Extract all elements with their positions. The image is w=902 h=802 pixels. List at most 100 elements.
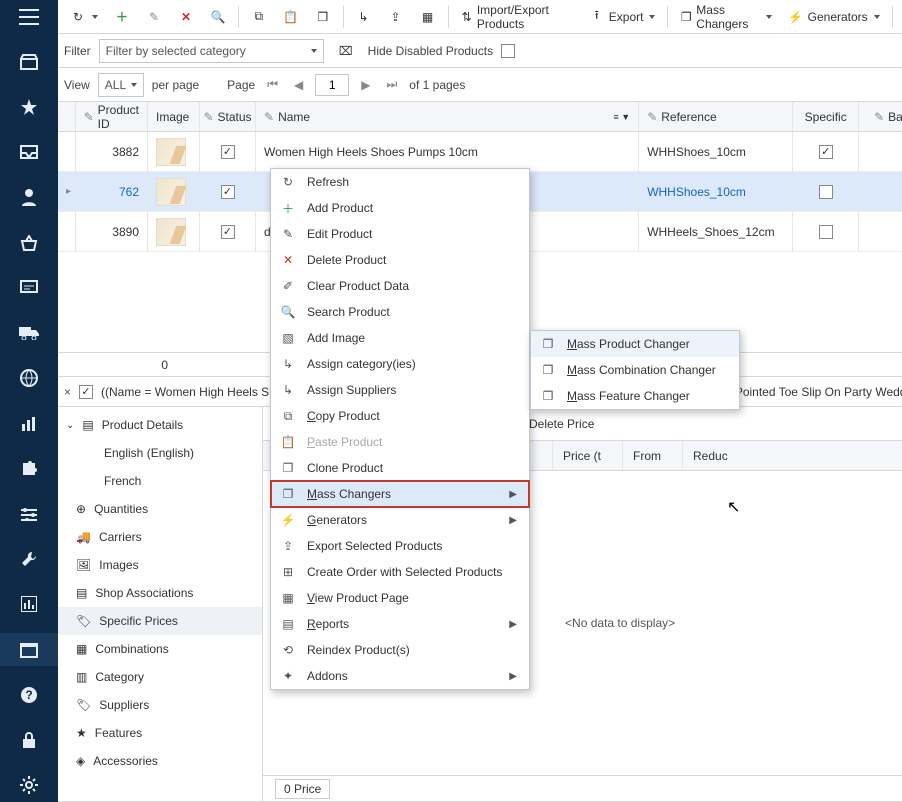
- ctx-assign-suppliers[interactable]: ↳Assign Suppliers: [271, 377, 529, 403]
- close-filter-button[interactable]: ×: [64, 385, 71, 399]
- prev-page-button[interactable]: ◀: [290, 76, 307, 94]
- ctx-delete-product[interactable]: ✕Delete Product: [271, 247, 529, 273]
- ctx-export-selected-products[interactable]: ⇪Export Selected Products: [271, 533, 529, 559]
- page-number-input[interactable]: [315, 74, 349, 96]
- status-checkbox[interactable]: [221, 145, 235, 159]
- clone-button[interactable]: ❐: [309, 4, 337, 30]
- ctx-view-product-page[interactable]: ▦View Product Page: [271, 585, 529, 611]
- ctx-sub-mass-feature-changer[interactable]: ❐Mass Feature Changer: [531, 383, 739, 409]
- col-from[interactable]: From: [623, 441, 683, 470]
- col-price[interactable]: Price (t: [553, 441, 623, 470]
- star-icon[interactable]: [0, 90, 58, 123]
- generators-button[interactable]: ⚡Generators: [782, 4, 886, 30]
- puzzle-icon[interactable]: [0, 452, 58, 485]
- inbox-icon[interactable]: [0, 136, 58, 169]
- addons-button[interactable]: ✦Addons: [898, 4, 902, 30]
- assign-button[interactable]: ↳: [350, 4, 378, 30]
- edit-button[interactable]: ✎: [140, 4, 168, 30]
- status-checkbox[interactable]: [221, 225, 235, 239]
- tree-item-quantities[interactable]: ⊕Quantities: [58, 495, 262, 523]
- hide-disabled-checkbox[interactable]: [501, 44, 515, 58]
- ctx-reports[interactable]: ▤Reports▶: [271, 611, 529, 637]
- refresh-button[interactable]: ↻: [64, 4, 104, 30]
- delete-button[interactable]: ✕: [172, 4, 200, 30]
- ctx-generators[interactable]: ⚡Generators▶: [271, 507, 529, 533]
- tree-item-french[interactable]: French: [58, 467, 262, 495]
- chart-icon[interactable]: [0, 407, 58, 440]
- view-page-button[interactable]: ▦: [414, 4, 442, 30]
- ctx-addons[interactable]: ✦Addons▶: [271, 663, 529, 689]
- col-image[interactable]: Image: [156, 110, 189, 124]
- next-page-button[interactable]: ▶: [357, 76, 374, 94]
- user-icon[interactable]: [0, 181, 58, 214]
- gear-icon[interactable]: [0, 769, 58, 802]
- last-page-button[interactable]: ⏭: [382, 75, 401, 94]
- chat-icon[interactable]: [0, 271, 58, 304]
- export-button[interactable]: ⭱Export: [583, 4, 662, 30]
- table-row[interactable]: 3882Women High Heels Shoes Pumps 10cmWHH…: [58, 132, 902, 172]
- specific-checkbox[interactable]: [819, 185, 833, 199]
- specific-checkbox[interactable]: [819, 225, 833, 239]
- ctx-reindex-product-s-[interactable]: ⟲Reindex Product(s): [271, 637, 529, 663]
- tree-item-label: Quantities: [94, 502, 148, 516]
- tree-item-label: Carriers: [99, 530, 142, 544]
- ctx-clone-product[interactable]: ❐Clone Product: [271, 455, 529, 481]
- col-product-id[interactable]: Product ID: [98, 103, 139, 131]
- menu-icon[interactable]: [0, 0, 58, 33]
- tree-item-specific-prices[interactable]: 🏷Specific Prices: [58, 607, 262, 635]
- ctx-sub-mass-combination-changer[interactable]: ❐Mass Combination Changer: [531, 357, 739, 383]
- tree-item-carriers[interactable]: 🚚Carriers: [58, 523, 262, 551]
- ctx-create-order-with-selected-products[interactable]: ⊞Create Order with Selected Products: [271, 559, 529, 585]
- archive-icon[interactable]: [0, 633, 58, 666]
- export-sel-button[interactable]: ⇪: [382, 4, 410, 30]
- tree-item-category[interactable]: ▥Category: [58, 663, 262, 691]
- add-button[interactable]: ＋: [108, 4, 136, 30]
- filter-enabled-checkbox[interactable]: [79, 385, 93, 399]
- dashboard-icon[interactable]: [0, 588, 58, 621]
- ctx-add-image[interactable]: ▧Add Image: [271, 325, 529, 351]
- tree-item-english-english-[interactable]: English (English): [58, 439, 262, 467]
- tree-header[interactable]: ⌄ ▤ Product Details: [58, 411, 262, 439]
- sliders-icon[interactable]: [0, 497, 58, 530]
- tree-item-shop-associations[interactable]: ▤Shop Associations: [58, 579, 262, 607]
- ctx-add-product[interactable]: ＋Add Product: [271, 195, 529, 221]
- col-name[interactable]: Name: [278, 110, 310, 124]
- tree-item-accessories[interactable]: ◈Accessories: [58, 747, 262, 775]
- ctx-refresh[interactable]: ↻Refresh: [271, 169, 529, 195]
- tree-item-combinations[interactable]: ▦Combinations: [58, 635, 262, 663]
- globe-icon[interactable]: [0, 362, 58, 395]
- first-page-button[interactable]: ⏮: [263, 75, 282, 94]
- col-reduc[interactable]: Reduc: [683, 441, 902, 470]
- filter-category-combo[interactable]: Filter by selected category: [99, 39, 324, 63]
- tree-item-features[interactable]: ★Features: [58, 719, 262, 747]
- ctx-edit-product[interactable]: ✎Edit Product: [271, 221, 529, 247]
- ctx-sub-mass-product-changer[interactable]: ❐Mass Product Changer: [531, 331, 739, 357]
- ctx-clear-product-data[interactable]: ✐Clear Product Data: [271, 273, 529, 299]
- truck-icon[interactable]: [0, 317, 58, 350]
- ctx-copy-product[interactable]: ⧉Copy Product: [271, 403, 529, 429]
- col-status[interactable]: Status: [218, 110, 252, 124]
- ctx-search-product[interactable]: 🔍Search Product: [271, 299, 529, 325]
- clear-filter-button[interactable]: ⌧: [332, 38, 360, 64]
- wrench-icon[interactable]: [0, 543, 58, 576]
- ctx-mass-changers[interactable]: ❐Mass Changers▶: [271, 481, 529, 507]
- tree-item-suppliers[interactable]: 🏷Suppliers: [58, 691, 262, 719]
- store-icon[interactable]: [0, 45, 58, 78]
- specific-checkbox[interactable]: [819, 145, 833, 159]
- search-button[interactable]: 🔍: [204, 4, 232, 30]
- delete-price-button[interactable]: Delete Price: [523, 411, 600, 437]
- basket-icon[interactable]: [0, 226, 58, 259]
- help-icon[interactable]: ?: [0, 678, 58, 711]
- per-page-combo[interactable]: ALL: [98, 73, 144, 97]
- col-reference[interactable]: Reference: [661, 110, 716, 124]
- tree-item-images[interactable]: 🖼Images: [58, 551, 262, 579]
- col-base-price[interactable]: Base Price: [888, 110, 902, 124]
- ctx-assign-category-ies-[interactable]: ↳Assign category(ies): [271, 351, 529, 377]
- import-export-button[interactable]: ⇅Import/Export Products: [454, 4, 578, 30]
- col-specific[interactable]: Specific: [805, 110, 847, 124]
- mass-changers-button[interactable]: ❐Mass Changers: [674, 4, 777, 30]
- copy-button[interactable]: ⧉: [245, 4, 273, 30]
- status-checkbox[interactable]: [221, 185, 235, 199]
- lock-icon[interactable]: [0, 724, 58, 757]
- paste-button[interactable]: 📋: [277, 4, 305, 30]
